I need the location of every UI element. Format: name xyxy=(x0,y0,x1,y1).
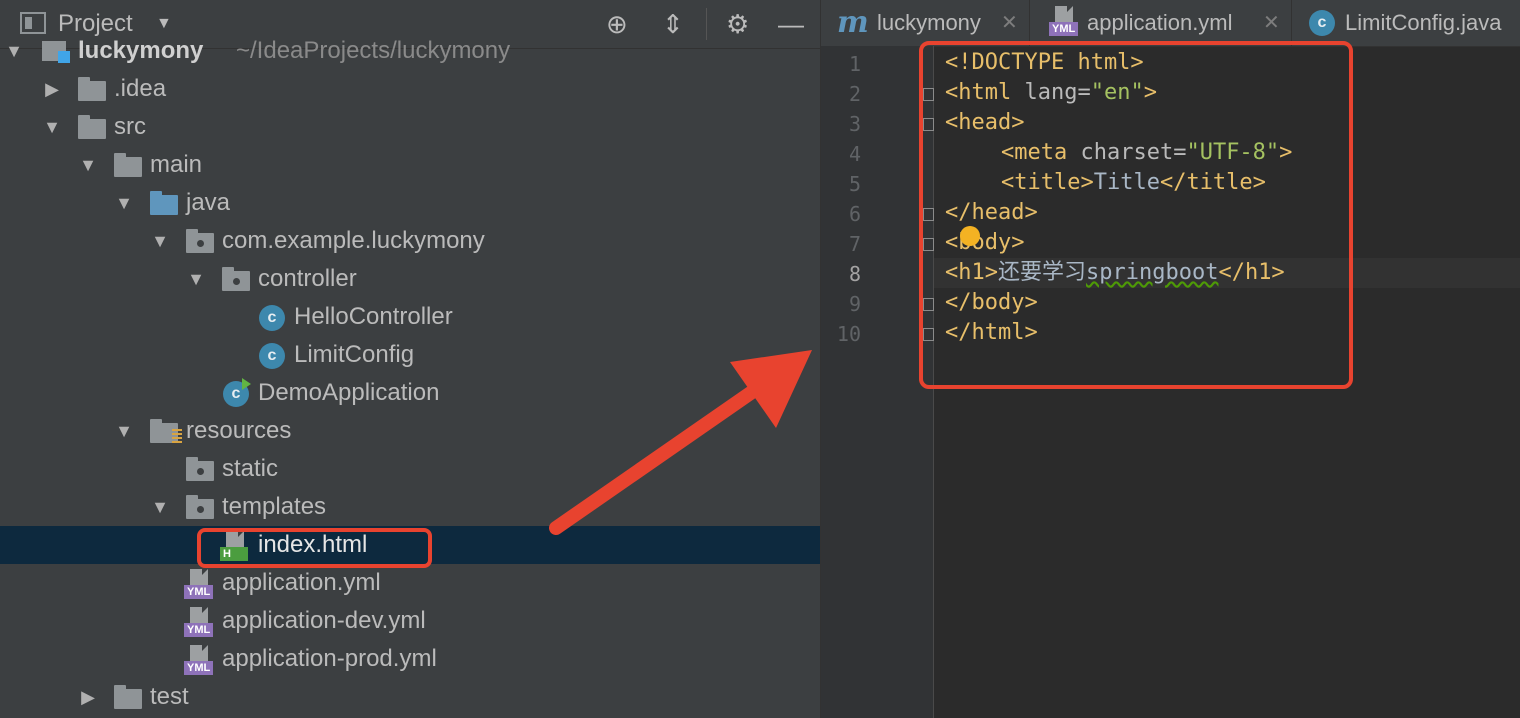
annotation-arrow xyxy=(549,350,812,535)
